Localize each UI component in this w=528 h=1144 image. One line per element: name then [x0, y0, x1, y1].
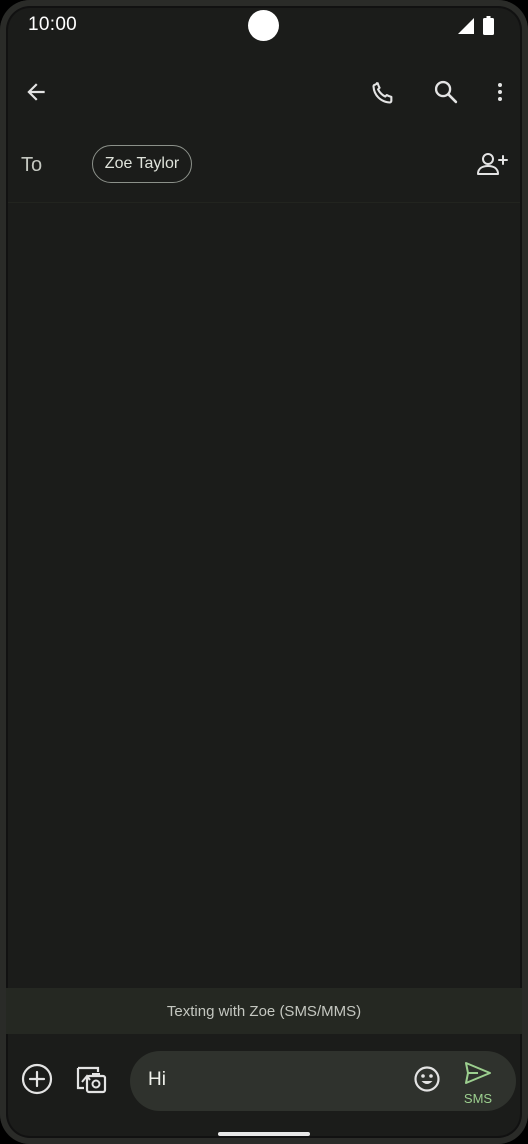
gallery-camera-icon	[74, 1062, 108, 1101]
more-options-button[interactable]	[478, 72, 522, 116]
phone-icon	[370, 78, 398, 111]
compose-field[interactable]: SMS	[130, 1051, 516, 1111]
header-divider	[8, 202, 520, 203]
send-sms-label: SMS	[463, 1091, 493, 1106]
emoji-button[interactable]	[405, 1059, 449, 1103]
app-bar	[0, 66, 528, 122]
add-recipient-button[interactable]	[470, 144, 514, 188]
send-button[interactable]: SMS	[460, 1061, 496, 1106]
status-bar: 10:00	[0, 0, 528, 54]
search-button[interactable]	[424, 72, 468, 116]
compose-bar: SMS	[0, 1048, 528, 1114]
message-input[interactable]	[148, 1069, 398, 1091]
recipient-row: To Zoe Taylor	[0, 138, 528, 198]
recipient-chip[interactable]: Zoe Taylor	[92, 145, 192, 183]
add-circle-icon	[20, 1062, 54, 1101]
battery-icon	[483, 16, 494, 40]
texting-info-banner: Texting with Zoe (SMS/MMS)	[6, 988, 522, 1034]
more-vert-icon	[488, 79, 512, 110]
to-label: To	[21, 154, 43, 176]
front-camera	[248, 10, 279, 41]
call-button[interactable]	[362, 72, 406, 116]
back-button[interactable]	[14, 72, 58, 116]
send-icon	[464, 1061, 492, 1090]
gesture-navigation-bar[interactable]	[218, 1132, 310, 1136]
status-time: 10:00	[28, 14, 78, 35]
system-icons	[457, 16, 494, 40]
search-icon	[432, 78, 460, 111]
gallery-button[interactable]	[69, 1059, 113, 1103]
emoji-icon	[413, 1065, 441, 1098]
attach-button[interactable]	[15, 1059, 59, 1103]
phone-screen: 10:00 To Zoe Taylor Texting with Zoe (SM…	[0, 0, 528, 1144]
back-arrow-icon	[23, 79, 49, 110]
add-person-icon	[475, 150, 509, 183]
recipient-chip-label: Zoe Taylor	[104, 155, 180, 172]
conversation-area[interactable]	[6, 204, 522, 988]
cellular-signal-icon	[457, 17, 475, 40]
texting-info-text: Texting with Zoe (SMS/MMS)	[166, 1002, 362, 1020]
